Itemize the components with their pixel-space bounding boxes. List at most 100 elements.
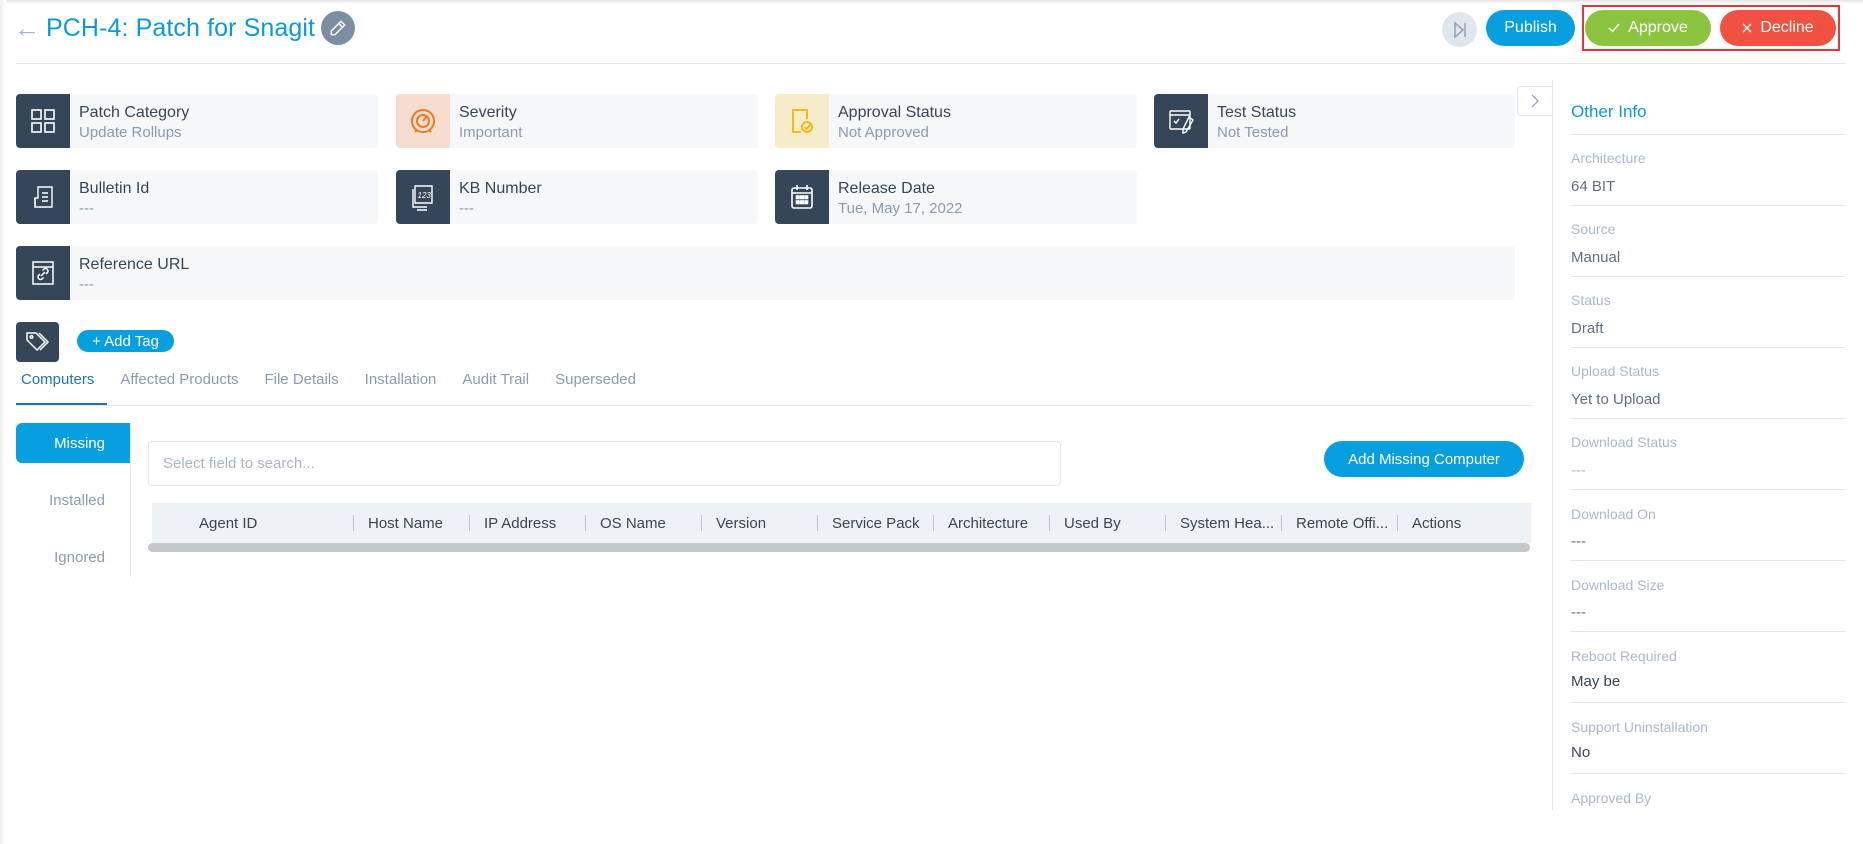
card-label: Approval Status xyxy=(838,104,951,121)
left-shadow xyxy=(0,0,6,844)
field-label-approved-by: Approved By xyxy=(1571,790,1652,806)
header-divider xyxy=(16,63,1845,64)
card-kb-number: 123 KB Number --- xyxy=(396,170,758,224)
card-value: Important xyxy=(459,124,523,141)
column-ip-address[interactable]: IP Address xyxy=(470,503,586,543)
test-edit-icon xyxy=(1154,94,1208,148)
right-panel-divider xyxy=(1552,80,1553,810)
tab-computers[interactable]: Computers xyxy=(16,370,108,406)
field-label-download-size: Download Size xyxy=(1571,577,1665,593)
column-actions: Actions xyxy=(1412,514,1462,532)
side-tab-missing[interactable]: Missing xyxy=(16,423,130,463)
column-used-by[interactable]: Used By xyxy=(1050,503,1166,543)
card-label: Reference URL xyxy=(79,256,190,273)
add-missing-computer-button[interactable]: Add Missing Computer xyxy=(1324,441,1524,477)
card-value: --- xyxy=(79,200,94,217)
publish-button[interactable]: Publish xyxy=(1486,10,1575,46)
add-tag-button[interactable]: + Add Tag xyxy=(77,330,174,352)
search-input[interactable] xyxy=(148,441,1061,486)
card-release-date: Release Date Tue, May 17, 2022 xyxy=(775,170,1137,224)
link-icon xyxy=(16,246,70,300)
card-severity: Severity Important xyxy=(396,94,758,148)
divider xyxy=(1571,347,1845,348)
column-host-name[interactable]: Host Name xyxy=(354,503,470,543)
kb-number-icon: 123 xyxy=(396,170,450,224)
card-value: Not Approved xyxy=(838,124,929,141)
divider xyxy=(1571,134,1845,135)
field-value-reboot-required: May be xyxy=(1571,673,1621,690)
side-tabs-divider xyxy=(130,423,131,577)
divider xyxy=(1571,418,1845,419)
gauge-icon xyxy=(396,94,450,148)
side-tab-installed[interactable]: Installed xyxy=(16,480,130,520)
card-label: Bulletin Id xyxy=(79,180,150,197)
card-label: Release Date xyxy=(838,180,935,197)
tab-affected-products[interactable]: Affected Products xyxy=(107,370,251,406)
tag-icon xyxy=(16,322,59,362)
divider xyxy=(1571,560,1845,561)
column-service-pack[interactable]: Service Pack xyxy=(818,503,934,543)
field-label-download-status: Download Status xyxy=(1571,434,1677,450)
side-tab-ignored[interactable]: Ignored xyxy=(16,537,130,577)
table-header: Agent ID Host Name IP Address OS Name Ve… xyxy=(152,503,1531,543)
card-test-status: Test Status Not Tested xyxy=(1154,94,1515,148)
divider xyxy=(1571,489,1845,490)
card-label: KB Number xyxy=(459,180,542,197)
field-label-architecture: Architecture xyxy=(1571,150,1646,166)
card-label: Patch Category xyxy=(79,104,190,121)
card-value: Tue, May 17, 2022 xyxy=(838,200,963,217)
page-title: PCH-4: Patch for Snagit xyxy=(46,14,316,42)
other-info-title: Other Info xyxy=(1571,102,1647,121)
column-architecture[interactable]: Architecture xyxy=(934,503,1050,543)
field-value-support-uninstallation: No xyxy=(1571,744,1591,761)
divider xyxy=(1571,205,1845,206)
tab-installation[interactable]: Installation xyxy=(352,370,450,406)
column-agent-id[interactable]: Agent ID xyxy=(152,503,354,543)
column-os-name[interactable]: OS Name xyxy=(586,503,702,543)
card-reference-url: Reference URL --- xyxy=(16,246,1515,300)
card-approval-status: Approval Status Not Approved xyxy=(775,94,1137,148)
tab-file-details[interactable]: File Details xyxy=(251,370,351,406)
bulletin-icon xyxy=(16,170,70,224)
edit-title-button[interactable] xyxy=(321,11,355,45)
field-value-download-status: --- xyxy=(1571,462,1586,479)
card-value: Not Tested xyxy=(1217,124,1289,141)
detail-tabs: Computers Affected Products File Details… xyxy=(16,370,649,406)
field-value-status: Draft xyxy=(1571,320,1604,337)
chevron-right-icon xyxy=(1531,94,1539,108)
tab-superseded[interactable]: Superseded xyxy=(542,370,649,406)
table-horizontal-scrollbar[interactable] xyxy=(148,543,1530,552)
card-patch-category: Patch Category Update Rollups xyxy=(16,94,378,148)
publish-label: Publish xyxy=(1504,19,1557,36)
tab-audit-trail[interactable]: Audit Trail xyxy=(449,370,542,406)
column-remote-office[interactable]: Remote Offi... xyxy=(1282,503,1398,543)
field-value-source: Manual xyxy=(1571,249,1621,266)
field-value-download-size: --- xyxy=(1571,604,1586,621)
divider xyxy=(1571,631,1845,632)
column-system-health[interactable]: System Hea... xyxy=(1166,503,1282,543)
highlight-frame xyxy=(1582,5,1840,51)
card-value: Update Rollups xyxy=(79,124,182,141)
document-check-icon xyxy=(775,94,829,148)
skip-button[interactable] xyxy=(1442,12,1477,47)
card-label: Severity xyxy=(459,104,517,121)
field-label-source: Source xyxy=(1571,221,1616,237)
card-bulletin-id: Bulletin Id --- xyxy=(16,170,378,224)
back-arrow-icon[interactable]: ← xyxy=(14,13,40,43)
card-value: --- xyxy=(459,200,474,217)
card-label: Test Status xyxy=(1217,104,1297,121)
field-label-download-on: Download On xyxy=(1571,506,1656,522)
field-value-architecture: 64 BIT xyxy=(1571,178,1616,195)
field-label-reboot-required: Reboot Required xyxy=(1571,648,1677,664)
tabs-divider xyxy=(16,405,1532,406)
field-label-support-uninstallation: Support Uninstallation xyxy=(1571,719,1708,735)
svg-text:123: 123 xyxy=(418,191,432,200)
divider xyxy=(1571,773,1845,774)
field-label-upload-status: Upload Status xyxy=(1571,363,1659,379)
divider xyxy=(1571,702,1845,703)
column-version[interactable]: Version xyxy=(702,503,818,543)
calendar-icon xyxy=(775,170,829,224)
collapse-panel-button[interactable] xyxy=(1517,86,1552,116)
skip-forward-icon xyxy=(1453,20,1466,39)
top-shadow xyxy=(0,0,1863,4)
